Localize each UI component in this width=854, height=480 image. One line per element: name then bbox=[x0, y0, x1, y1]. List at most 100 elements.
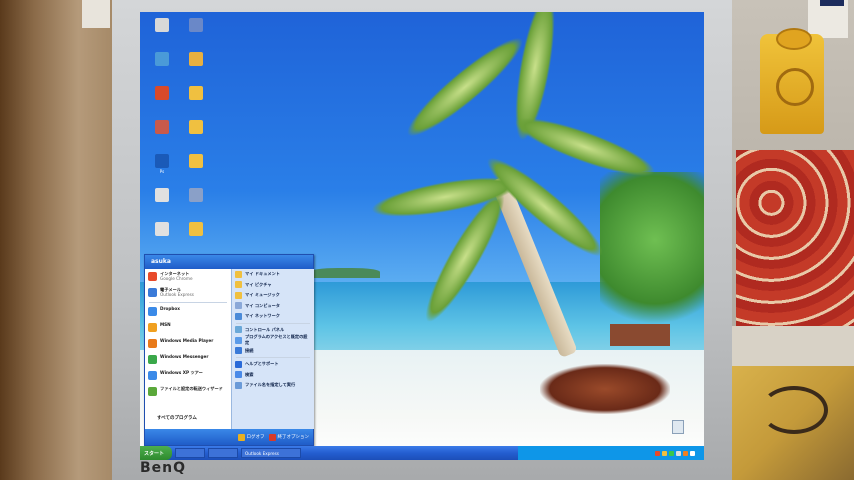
wallpaper-deck bbox=[610, 324, 670, 346]
desktop-icon-glyph bbox=[155, 18, 169, 32]
desktop-icon[interactable] bbox=[144, 222, 180, 237]
recycle-bin-icon bbox=[672, 420, 684, 434]
desktop-icon[interactable]: Ps bbox=[144, 154, 180, 174]
logoff-label: ログオフ bbox=[246, 435, 265, 440]
start-menu-place[interactable]: マイ ネットワーク bbox=[232, 311, 314, 322]
desktop-icon[interactable] bbox=[178, 120, 214, 135]
omamori-knot bbox=[776, 28, 812, 50]
desktop-icon[interactable] bbox=[178, 18, 214, 33]
start-menu-left: インターネット Google Chrome 電子メール Outlook Express… bbox=[145, 269, 231, 429]
start-menu-item[interactable]: Windows Media Player bbox=[145, 336, 231, 352]
desktop-icon[interactable] bbox=[144, 52, 180, 67]
start-menu-item[interactable]: インターネット Google Chrome bbox=[145, 269, 231, 285]
folder-icon bbox=[235, 291, 242, 299]
paper-note bbox=[82, 0, 110, 28]
desktop-icon-label: Ps bbox=[159, 169, 165, 174]
start-menu-item[interactable]: Dropbox bbox=[145, 304, 231, 320]
start-menu-separator bbox=[149, 302, 227, 303]
tray-icon[interactable] bbox=[669, 450, 674, 456]
start-menu-item-label: Windows Messenger bbox=[160, 354, 209, 359]
desktop-icon-glyph bbox=[189, 120, 203, 134]
start-button[interactable]: スタート bbox=[140, 446, 172, 460]
start-menu-place-label: コントロール パネル bbox=[245, 326, 285, 332]
taskbar-button[interactable]: Outlook Express bbox=[241, 448, 301, 458]
start-menu-item[interactable]: Windows XP ツアー bbox=[145, 368, 231, 384]
power-icon bbox=[268, 433, 276, 441]
taskbar-button[interactable] bbox=[175, 448, 205, 458]
tray-icon[interactable] bbox=[683, 450, 688, 456]
start-menu-item-text: Windows Media Player bbox=[160, 338, 213, 343]
program-icon bbox=[148, 371, 157, 380]
start-menu-place[interactable]: 接続 bbox=[232, 346, 314, 357]
desktop-icon-glyph bbox=[155, 52, 169, 66]
start-menu-place[interactable]: プログラムのアクセスと既定の設定 bbox=[232, 334, 314, 346]
start-menu-place[interactable]: マイ コンピュータ bbox=[232, 301, 314, 312]
start-menu-item-text: Dropbox bbox=[160, 306, 180, 311]
volume-icon[interactable] bbox=[690, 450, 695, 456]
desktop-icon[interactable] bbox=[144, 86, 180, 101]
wall-left bbox=[0, 0, 112, 480]
omamori-crest bbox=[776, 68, 814, 106]
shutdown-button[interactable]: 終了オプション bbox=[268, 433, 310, 441]
start-menu-item[interactable]: MSN bbox=[145, 320, 231, 336]
palm-roots bbox=[540, 364, 670, 414]
folder-icon bbox=[235, 281, 242, 289]
start-menu-item-sublabel: Google Chrome bbox=[160, 276, 193, 281]
desktop-icon[interactable] bbox=[178, 154, 214, 169]
taskbar-button[interactable] bbox=[208, 448, 238, 458]
start-menu-item[interactable]: ファイルと設定の転送ウィザード bbox=[145, 384, 231, 400]
desktop-icon[interactable] bbox=[178, 86, 214, 101]
palm-frond bbox=[397, 27, 533, 147]
desktop-icon[interactable] bbox=[144, 120, 180, 135]
desktop-icon[interactable] bbox=[144, 18, 180, 33]
desktop-icon-glyph bbox=[189, 86, 203, 100]
start-menu-place[interactable]: マイ ミュージック bbox=[232, 290, 314, 301]
desktop-icon-glyph bbox=[155, 222, 169, 236]
start-menu-place[interactable]: ヘルプとサポート bbox=[232, 359, 314, 370]
tray-icon[interactable] bbox=[655, 450, 660, 456]
shutdown-label: 終了オプション bbox=[277, 435, 310, 440]
desktop-icon[interactable] bbox=[144, 188, 180, 203]
start-menu-item-text: MSN bbox=[160, 322, 171, 327]
start-menu: asuka インターネット Google Chrome 電子メール Outlook E… bbox=[144, 254, 314, 446]
start-menu-place[interactable]: マイ ピクチャ bbox=[232, 280, 314, 291]
start-menu-item[interactable]: Windows Messenger bbox=[145, 352, 231, 368]
start-menu-place-label: ヘルプとサポート bbox=[245, 361, 279, 367]
recycle-bin[interactable] bbox=[666, 420, 690, 434]
tray-icon[interactable] bbox=[662, 450, 667, 456]
start-menu-separator bbox=[236, 322, 310, 324]
tray-icon[interactable] bbox=[676, 450, 681, 456]
shelf bbox=[730, 326, 854, 366]
start-menu-place[interactable]: ファイル名を指定して実行 bbox=[232, 380, 314, 391]
all-programs-button[interactable]: すべてのプログラム bbox=[145, 415, 231, 421]
folder-icon bbox=[235, 336, 242, 344]
desktop-icon[interactable] bbox=[178, 222, 214, 237]
program-icon bbox=[148, 272, 157, 281]
taskbar: スタート Outlook Express bbox=[140, 446, 704, 460]
start-menu-item-label: MSN bbox=[160, 322, 171, 327]
start-menu-place[interactable]: マイ ドキュメント bbox=[232, 269, 314, 280]
desktop-icon-glyph bbox=[155, 188, 169, 202]
desktop-icon[interactable] bbox=[178, 52, 214, 67]
start-menu-right: マイ ドキュメントマイ ピクチャ マイ ミュージック マイ コンピュータ マイ ネット… bbox=[231, 269, 314, 429]
start-menu-place-label: 検索 bbox=[245, 371, 254, 377]
start-menu-place-label: マイ ネットワーク bbox=[245, 313, 280, 319]
desktop-icon[interactable] bbox=[178, 188, 214, 203]
start-menu-place-label: マイ ドキュメント bbox=[245, 271, 280, 277]
program-icon bbox=[148, 355, 157, 364]
folder-icon bbox=[235, 312, 242, 320]
desktop-icon-glyph bbox=[189, 18, 203, 32]
folder-icon bbox=[235, 360, 242, 368]
start-menu-item-label: Windows XP ツアー bbox=[160, 370, 203, 375]
monitor-brand-logo: BenQ bbox=[140, 460, 187, 476]
start-menu-place[interactable]: 検索 bbox=[232, 370, 314, 381]
folder-icon bbox=[235, 347, 242, 355]
desktop-icon-glyph bbox=[189, 222, 203, 236]
logoff-button[interactable]: ログオフ bbox=[237, 433, 265, 441]
program-icon bbox=[148, 288, 157, 297]
key-icon bbox=[237, 433, 245, 441]
wallpaper-island bbox=[310, 268, 380, 278]
start-menu-footer: ログオフ 終了オプション bbox=[145, 429, 313, 445]
start-menu-item[interactable]: 電子メール Outlook Express bbox=[145, 285, 231, 301]
poster-swirl bbox=[760, 386, 828, 434]
